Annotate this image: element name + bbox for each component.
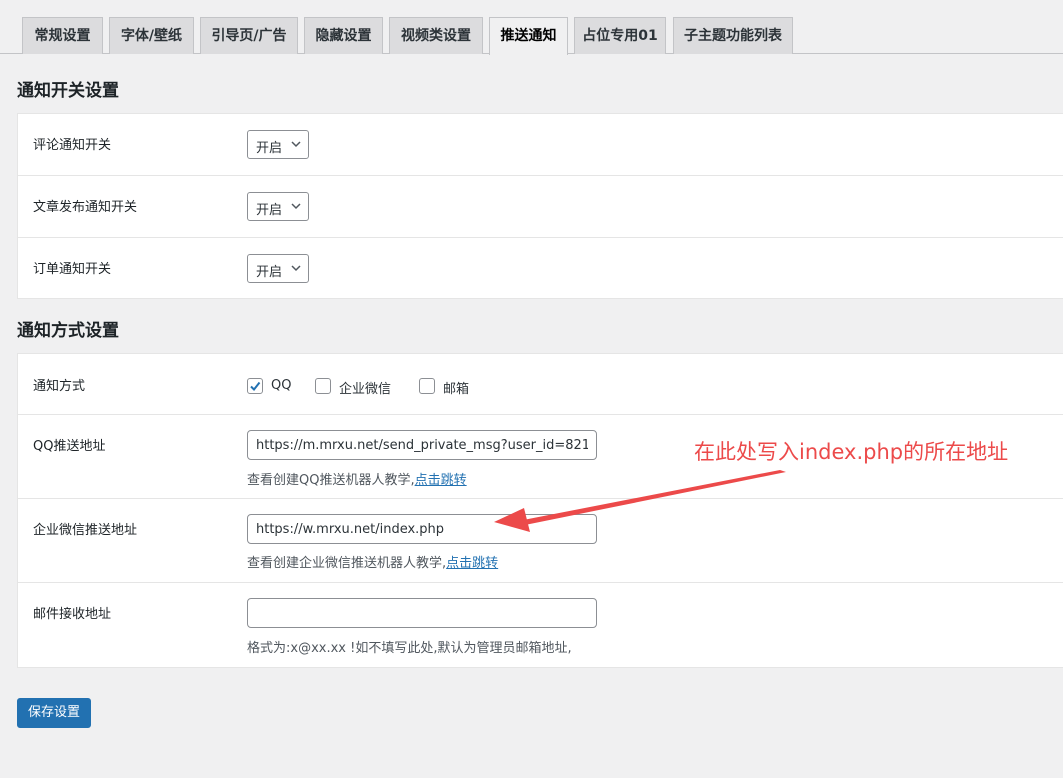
wecom-option-label: 企业微信 — [339, 382, 392, 397]
order-switch-select[interactable]: 开启 — [247, 254, 309, 283]
tab-push-notify[interactable]: 推送通知 — [489, 17, 568, 55]
tab-general[interactable]: 常规设置 — [22, 17, 103, 54]
post-switch-value: 开启 — [256, 203, 283, 218]
qq-url-input[interactable] — [247, 430, 597, 460]
switch-card: 评论通知开关 开启 文章发布通知开关 开启 订单通知开关 开启 — [17, 113, 1063, 299]
tab-hidden[interactable]: 隐藏设置 — [304, 17, 383, 54]
comment-switch-value: 开启 — [256, 141, 283, 156]
post-switch-label: 文章发布通知开关 — [33, 200, 138, 215]
settings-tabs: 常规设置 字体/壁纸 引导页/广告 隐藏设置 视频类设置 推送通知 占位专用01… — [0, 0, 1063, 55]
order-switch-label: 订单通知开关 — [33, 262, 112, 277]
comment-switch-row: 评论通知开关 开启 — [18, 114, 1063, 176]
wecom-checkbox[interactable] — [315, 378, 331, 394]
method-options: QQ 企业微信 邮箱 — [247, 378, 547, 397]
qq-help-link[interactable]: 点击跳转 — [415, 473, 467, 488]
email-label: 邮件接收地址 — [33, 607, 112, 622]
wecom-help: 查看创建企业微信推送机器人教学,点击跳转 — [247, 552, 498, 571]
chevron-down-icon — [291, 203, 301, 210]
qq-url-label: QQ推送地址 — [33, 439, 106, 454]
chevron-down-icon — [291, 265, 301, 272]
wecom-url-label: 企业微信推送地址 — [33, 523, 138, 538]
annotation-arrow-icon — [494, 470, 786, 532]
email-option-label: 邮箱 — [443, 382, 470, 397]
tab-guide-ads[interactable]: 引导页/广告 — [200, 17, 298, 54]
qq-help-text: 查看创建QQ推送机器人教学, — [247, 473, 415, 488]
comment-switch-select[interactable]: 开启 — [247, 130, 309, 159]
post-switch-row: 文章发布通知开关 开启 — [18, 176, 1063, 238]
method-row: 通知方式 QQ 企业微信 邮箱 — [18, 354, 1063, 415]
qq-checkbox[interactable] — [247, 378, 263, 394]
switch-section-title: 通知开关设置 — [17, 81, 119, 101]
email-row: 邮件接收地址 格式为:x@xx.xx !如不填写此处,默认为管理员邮箱地址, — [18, 583, 1063, 669]
email-help-text: 格式为:x@xx.xx !如不填写此处,默认为管理员邮箱地址, — [247, 641, 572, 656]
email-input[interactable] — [247, 598, 597, 628]
order-switch-value: 开启 — [256, 265, 283, 280]
wecom-help-text: 查看创建企业微信推送机器人教学, — [247, 556, 447, 571]
post-switch-select[interactable]: 开启 — [247, 192, 309, 221]
chevron-down-icon — [291, 141, 301, 148]
tab-video[interactable]: 视频类设置 — [389, 17, 483, 54]
method-section-title: 通知方式设置 — [17, 321, 119, 341]
save-button[interactable]: 保存设置 — [17, 698, 91, 728]
annotation-text: 在此处写入index.php的所在地址 — [694, 440, 1009, 464]
order-switch-row: 订单通知开关 开启 — [18, 238, 1063, 300]
qq-option-label: QQ — [271, 378, 292, 393]
email-checkbox[interactable] — [419, 378, 435, 394]
checkmark-icon — [250, 381, 261, 392]
tab-font-wallpaper[interactable]: 字体/壁纸 — [109, 17, 194, 54]
method-label: 通知方式 — [33, 379, 86, 394]
wecom-help-link[interactable]: 点击跳转 — [446, 556, 498, 571]
tab-placeholder01[interactable]: 占位专用01 — [574, 17, 666, 54]
qq-help: 查看创建QQ推送机器人教学,点击跳转 — [247, 469, 467, 488]
tab-child-theme[interactable]: 子主题功能列表 — [673, 17, 793, 54]
comment-switch-label: 评论通知开关 — [33, 138, 112, 153]
